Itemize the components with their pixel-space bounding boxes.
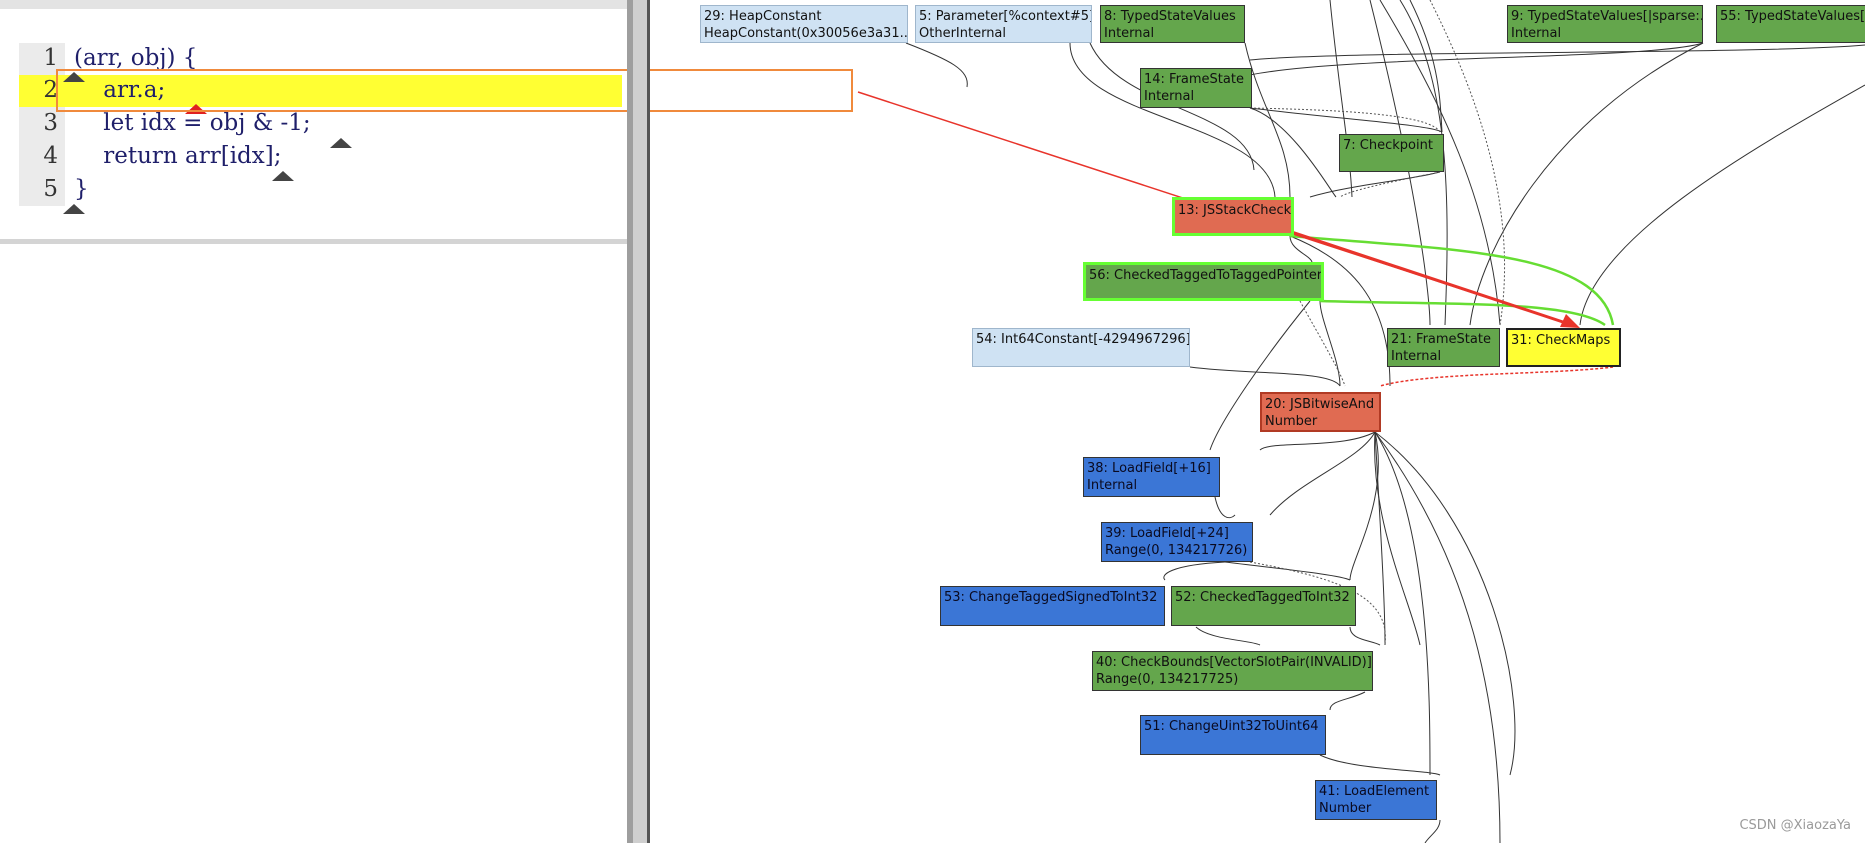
node-type: OtherInternal bbox=[919, 26, 1007, 41]
node-label: 13: JSStackCheck bbox=[1178, 203, 1292, 218]
graph-node[interactable]: 56: CheckedTaggedToTaggedPointer bbox=[1083, 262, 1324, 301]
source-toolbar bbox=[0, 0, 627, 9]
node-type: Number bbox=[1319, 801, 1372, 816]
graph-edge bbox=[1249, 44, 1865, 61]
node-type: Number bbox=[1265, 414, 1318, 429]
code-line[interactable]: } bbox=[74, 174, 89, 204]
graph-pane[interactable]: 29: HeapConstant HeapConstant(0x30056e3a… bbox=[650, 0, 1865, 843]
graph-edge bbox=[1249, 42, 1704, 76]
graph-edge bbox=[1195, 626, 1261, 646]
selected-edge bbox=[1379, 366, 1614, 387]
line-number: 4 bbox=[43, 143, 58, 169]
node-type: Internal bbox=[1104, 26, 1155, 41]
node-label: 9: TypedStateValues[|sparse:.] bbox=[1511, 9, 1703, 24]
graph-edge bbox=[1189, 366, 1341, 387]
graph-node[interactable]: 7: Checkpoint bbox=[1339, 134, 1444, 172]
line-number: 1 bbox=[43, 45, 58, 71]
code-line[interactable]: return arr[idx]; bbox=[74, 141, 281, 171]
graph-edge bbox=[1349, 431, 1379, 581]
graph-edge bbox=[1579, 84, 1865, 326]
graph-edge bbox=[1259, 431, 1376, 451]
graph-edge bbox=[1409, 0, 1443, 133]
graph-node[interactable]: 54: Int64Constant[-4294967296] bbox=[972, 328, 1190, 367]
node-type: Range(0, 134217726) bbox=[1105, 543, 1248, 558]
graph-edge bbox=[1163, 561, 1226, 581]
graph-edge bbox=[1374, 431, 1386, 646]
node-label: 5: Parameter[%context#5] bbox=[919, 9, 1092, 24]
node-label: 7: Checkpoint bbox=[1343, 138, 1433, 153]
graph-edge bbox=[1469, 42, 1704, 326]
graph-node[interactable]: 52: CheckedTaggedToInt32 bbox=[1171, 586, 1356, 626]
watermark: CSDN @XiaozaYa bbox=[1739, 818, 1851, 833]
node-type: Internal bbox=[1511, 26, 1562, 41]
node-type: HeapConstant(0x30056e3a31... bbox=[704, 26, 908, 41]
graph-edge bbox=[1374, 431, 1516, 776]
graph-node[interactable]: 14: FrameState Internal bbox=[1140, 68, 1252, 108]
graph-edge bbox=[1289, 235, 1313, 263]
line-number: 3 bbox=[43, 110, 58, 136]
graph-node[interactable]: 31: CheckMaps bbox=[1506, 328, 1621, 367]
graph-edge bbox=[1069, 42, 1276, 198]
node-label: 55: TypedStateValues[|sp bbox=[1720, 9, 1865, 24]
node-label: 53: ChangeTaggedSignedToInt32 bbox=[944, 590, 1158, 605]
node-label: 21: FrameState bbox=[1391, 332, 1491, 347]
graph-node[interactable]: 41: LoadElement Number bbox=[1315, 780, 1437, 820]
graph-edge bbox=[1249, 107, 1443, 133]
graph-node[interactable]: 20: JSBitwiseAnd Number bbox=[1260, 392, 1381, 432]
position-marker-icon[interactable] bbox=[63, 204, 85, 214]
graph-edge bbox=[1349, 626, 1381, 646]
node-label: 29: HeapConstant bbox=[704, 9, 822, 24]
node-label: 14: FrameState bbox=[1144, 72, 1244, 87]
node-label: 39: LoadField[+24] bbox=[1105, 526, 1229, 541]
graph-edge bbox=[1244, 42, 1291, 198]
graph-edge bbox=[1214, 496, 1236, 519]
graph-edge bbox=[1319, 300, 1341, 387]
graph-node[interactable]: 5: Parameter[%context#5] OtherInternal bbox=[915, 5, 1092, 43]
line-number: 5 bbox=[43, 176, 58, 202]
node-label: 56: CheckedTaggedToTaggedPointer bbox=[1089, 268, 1323, 283]
source-pane: 1 2 3 4 5 (arr, obj) { arr.a; let idx = … bbox=[0, 0, 853, 843]
graph-node[interactable]: 9: TypedStateValues[|sparse:.] Internal bbox=[1507, 5, 1703, 43]
graph-edge bbox=[1224, 561, 1351, 581]
node-label: 51: ChangeUint32ToUint64 bbox=[1144, 719, 1319, 734]
node-label: 54: Int64Constant[-4294967296] bbox=[976, 332, 1190, 347]
graph-edge bbox=[1249, 107, 1337, 198]
pane-divider bbox=[0, 239, 627, 244]
node-label: 31: CheckMaps bbox=[1511, 333, 1611, 348]
position-marker-icon[interactable] bbox=[330, 138, 352, 148]
graph-node[interactable]: 55: TypedStateValues[|sp bbox=[1716, 5, 1865, 43]
graph-node[interactable]: 38: LoadField[+16] Internal bbox=[1083, 457, 1220, 497]
graph-edge bbox=[1319, 754, 1441, 776]
graph-edge bbox=[1424, 819, 1441, 843]
node-type: Internal bbox=[1144, 89, 1195, 104]
graph-edge bbox=[905, 42, 968, 88]
graph-node[interactable]: 40: CheckBounds[VectorSlotPair(INVALID)]… bbox=[1092, 651, 1373, 691]
node-type: Internal bbox=[1087, 478, 1138, 493]
graph-node[interactable]: 29: HeapConstant HeapConstant(0x30056e3a… bbox=[700, 5, 908, 43]
graph-node[interactable]: 53: ChangeTaggedSignedToInt32 bbox=[940, 586, 1165, 626]
graph-edge bbox=[1269, 431, 1376, 516]
node-label: 8: TypedStateValues bbox=[1104, 9, 1236, 24]
node-type: Range(0, 134217725) bbox=[1096, 672, 1239, 687]
position-marker-icon[interactable] bbox=[272, 171, 294, 181]
pane-splitter[interactable] bbox=[633, 0, 647, 843]
node-label: 40: CheckBounds[VectorSlotPair(INVALID)] bbox=[1096, 655, 1372, 670]
graph-node[interactable]: 51: ChangeUint32ToUint64 bbox=[1140, 715, 1326, 755]
node-type: Internal bbox=[1391, 349, 1442, 364]
graph-node[interactable]: 13: JSStackCheck bbox=[1172, 197, 1294, 236]
graph-node[interactable]: 8: TypedStateValues Internal bbox=[1100, 5, 1245, 43]
node-label: 38: LoadField[+16] bbox=[1087, 461, 1211, 476]
node-label: 20: JSBitwiseAnd bbox=[1265, 397, 1375, 412]
graph-node[interactable]: 21: FrameState Internal bbox=[1387, 328, 1500, 367]
graph-node[interactable]: 39: LoadField[+24] Range(0, 134217726) bbox=[1101, 522, 1253, 562]
line-number: 2 bbox=[43, 77, 58, 103]
graph-edge bbox=[1329, 691, 1366, 711]
arrow-head-icon bbox=[1560, 314, 1580, 328]
node-label: 41: LoadElement bbox=[1319, 784, 1430, 799]
node-label: 52: CheckedTaggedToInt32 bbox=[1175, 590, 1350, 605]
graph-edge bbox=[1374, 431, 1431, 776]
